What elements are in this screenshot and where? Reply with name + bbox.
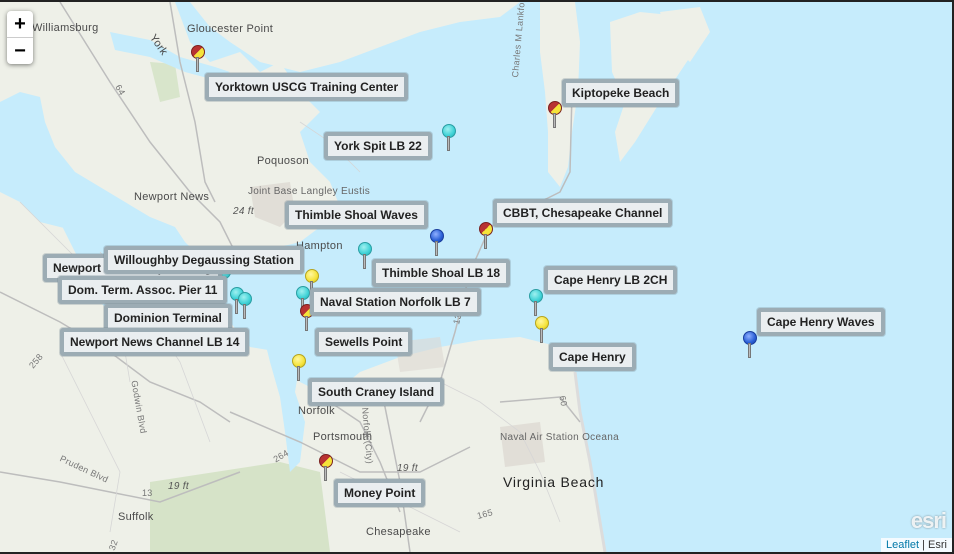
road-shield: 13 xyxy=(142,488,153,498)
place-gloucester-point: Gloucester Point xyxy=(187,23,274,35)
station-marker-cbbt[interactable] xyxy=(479,222,493,250)
station-label[interactable]: South Craney Island xyxy=(308,378,445,406)
station-marker-money-point[interactable] xyxy=(319,454,333,482)
station-marker-cape-henry-lb2ch[interactable] xyxy=(529,289,543,317)
station-marker-kiptopeke-beach[interactable] xyxy=(548,101,562,129)
station-label[interactable]: Dom. Term. Assoc. Pier 11 xyxy=(58,276,228,304)
station-label[interactable]: Yorktown USCG Training Center xyxy=(205,73,409,101)
place-suffolk: Suffolk xyxy=(118,511,154,523)
map-container[interactable]: Williamsburg Gloucester Point York Poquo… xyxy=(0,0,954,554)
elevation-label: 19 ft xyxy=(397,463,418,474)
station-label[interactable]: Willoughby Degaussing Station xyxy=(104,246,304,274)
elevation-label: 19 ft xyxy=(168,481,189,492)
place-poquoson: Poquoson xyxy=(257,155,309,167)
station-marker-york-spit-lb22[interactable] xyxy=(442,124,456,152)
station-label[interactable]: CBBT, Chesapeake Channel xyxy=(493,199,673,227)
station-label[interactable]: Kiptopeke Beach xyxy=(562,79,680,107)
attribution-provider: Esri xyxy=(928,539,947,551)
place-naval-air-station-oceana: Naval Air Station Oceana xyxy=(500,432,619,443)
place-joint-base-langley-eustis: Joint Base Langley Eustis xyxy=(248,186,371,197)
attribution-separator: | xyxy=(922,539,925,551)
esri-logo: esri xyxy=(910,508,947,533)
place-williamsburg: Williamsburg xyxy=(32,22,99,34)
station-marker-thimble-shoal-waves[interactable] xyxy=(430,229,444,257)
station-label[interactable]: Newport News Channel LB 14 xyxy=(60,328,250,356)
station-label[interactable]: Money Point xyxy=(334,479,426,507)
station-label[interactable]: Cape Henry LB 2CH xyxy=(544,266,678,294)
road-shield: 60 xyxy=(557,394,570,408)
zoom-control: + − xyxy=(7,11,33,64)
station-marker-cape-henry-waves[interactable] xyxy=(743,331,757,359)
elevation-label: 24 ft xyxy=(233,206,254,217)
station-label[interactable]: Cape Henry xyxy=(549,343,636,371)
place-newport-news: Newport News xyxy=(134,191,210,203)
attribution: Leaflet | Esri xyxy=(881,538,952,552)
station-marker-dominion-terminal[interactable] xyxy=(238,292,252,320)
station-label[interactable]: Naval Station Norfolk LB 7 xyxy=(310,288,481,316)
zoom-out-button[interactable]: − xyxy=(7,38,33,64)
station-marker-thimble-shoal-lb18[interactable] xyxy=(358,242,372,270)
zoom-in-button[interactable]: + xyxy=(7,11,33,38)
place-chesapeake: Chesapeake xyxy=(366,526,431,538)
station-marker-yorktown-uscg[interactable] xyxy=(191,45,205,73)
station-label[interactable]: Thimble Shoal Waves xyxy=(285,201,428,229)
urban-area xyxy=(500,422,545,467)
station-label[interactable]: Sewells Point xyxy=(315,328,413,356)
place-virginia-beach: Virginia Beach xyxy=(503,474,605,490)
station-label[interactable]: York Spit LB 22 xyxy=(324,132,432,160)
station-label[interactable]: Cape Henry Waves xyxy=(757,308,885,336)
station-marker-south-craney-island[interactable] xyxy=(292,354,306,382)
place-norfolk: Norfolk xyxy=(298,405,335,417)
station-marker-cape-henry[interactable] xyxy=(535,316,549,344)
leaflet-link[interactable]: Leaflet xyxy=(886,539,919,551)
station-label[interactable]: Thimble Shoal LB 18 xyxy=(372,259,511,287)
